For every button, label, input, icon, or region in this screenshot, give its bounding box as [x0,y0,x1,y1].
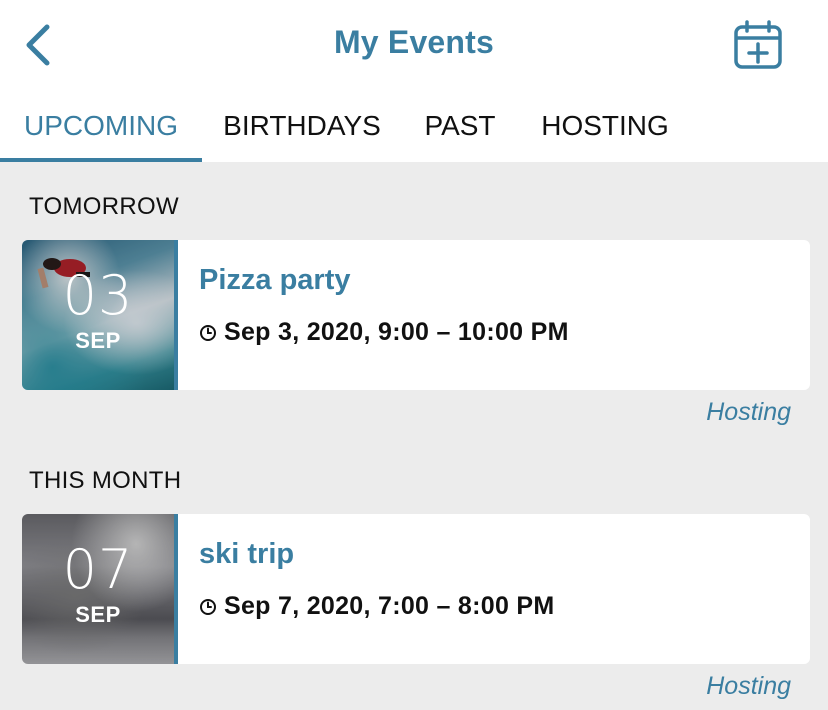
event-date-month: SEP [75,602,121,627]
event-thumbnail: 03 SEP [22,240,174,390]
event-time: Sep 3, 2020, 9:00 – 10:00 PM [224,318,569,346]
event-role-label: Hosting [706,672,791,700]
event-time-row: Sep 7, 2020, 7:00 – 8:00 PM [199,592,555,621]
event-time-row: Sep 3, 2020, 9:00 – 10:00 PM [199,318,569,347]
event-card-pizza-party[interactable]: 03 SEP Pizza party Sep 3, 2020, 9:00 – 1… [22,240,810,390]
event-time: Sep 7, 2020, 7:00 – 8:00 PM [224,592,555,620]
section-header-this-month: THIS MONTH [29,467,182,494]
thumbnail-divider [174,514,178,664]
thumbnail-divider [174,240,178,390]
tab-bar: UPCOMING BIRTHDAYS PAST HOSTING [0,92,828,162]
top-nav-bar: My Events [0,0,828,92]
tab-upcoming[interactable]: UPCOMING [0,92,202,162]
calendar-plus-icon [734,20,782,69]
clock-icon [200,598,216,615]
event-date-day: 03 [62,264,134,327]
section-header-tomorrow: TOMORROW [29,193,179,220]
event-role-label: Hosting [706,398,791,426]
clock-icon [200,324,216,341]
tab-past[interactable]: PAST [412,92,508,162]
tab-hosting[interactable]: HOSTING [528,92,682,162]
event-thumbnail: 07 SEP [22,514,174,664]
event-date-month: SEP [75,328,121,353]
tab-birthdays[interactable]: BIRTHDAYS [212,92,392,162]
add-event-button[interactable] [728,16,788,74]
event-card-ski-trip[interactable]: 07 SEP ski trip Sep 7, 2020, 7:00 – 8:00… [22,514,810,664]
page-title: My Events [333,24,495,60]
active-tab-indicator [0,158,202,162]
event-date-day: 07 [62,538,134,601]
event-title: Pizza party [199,264,351,296]
event-title: ski trip [199,538,295,570]
